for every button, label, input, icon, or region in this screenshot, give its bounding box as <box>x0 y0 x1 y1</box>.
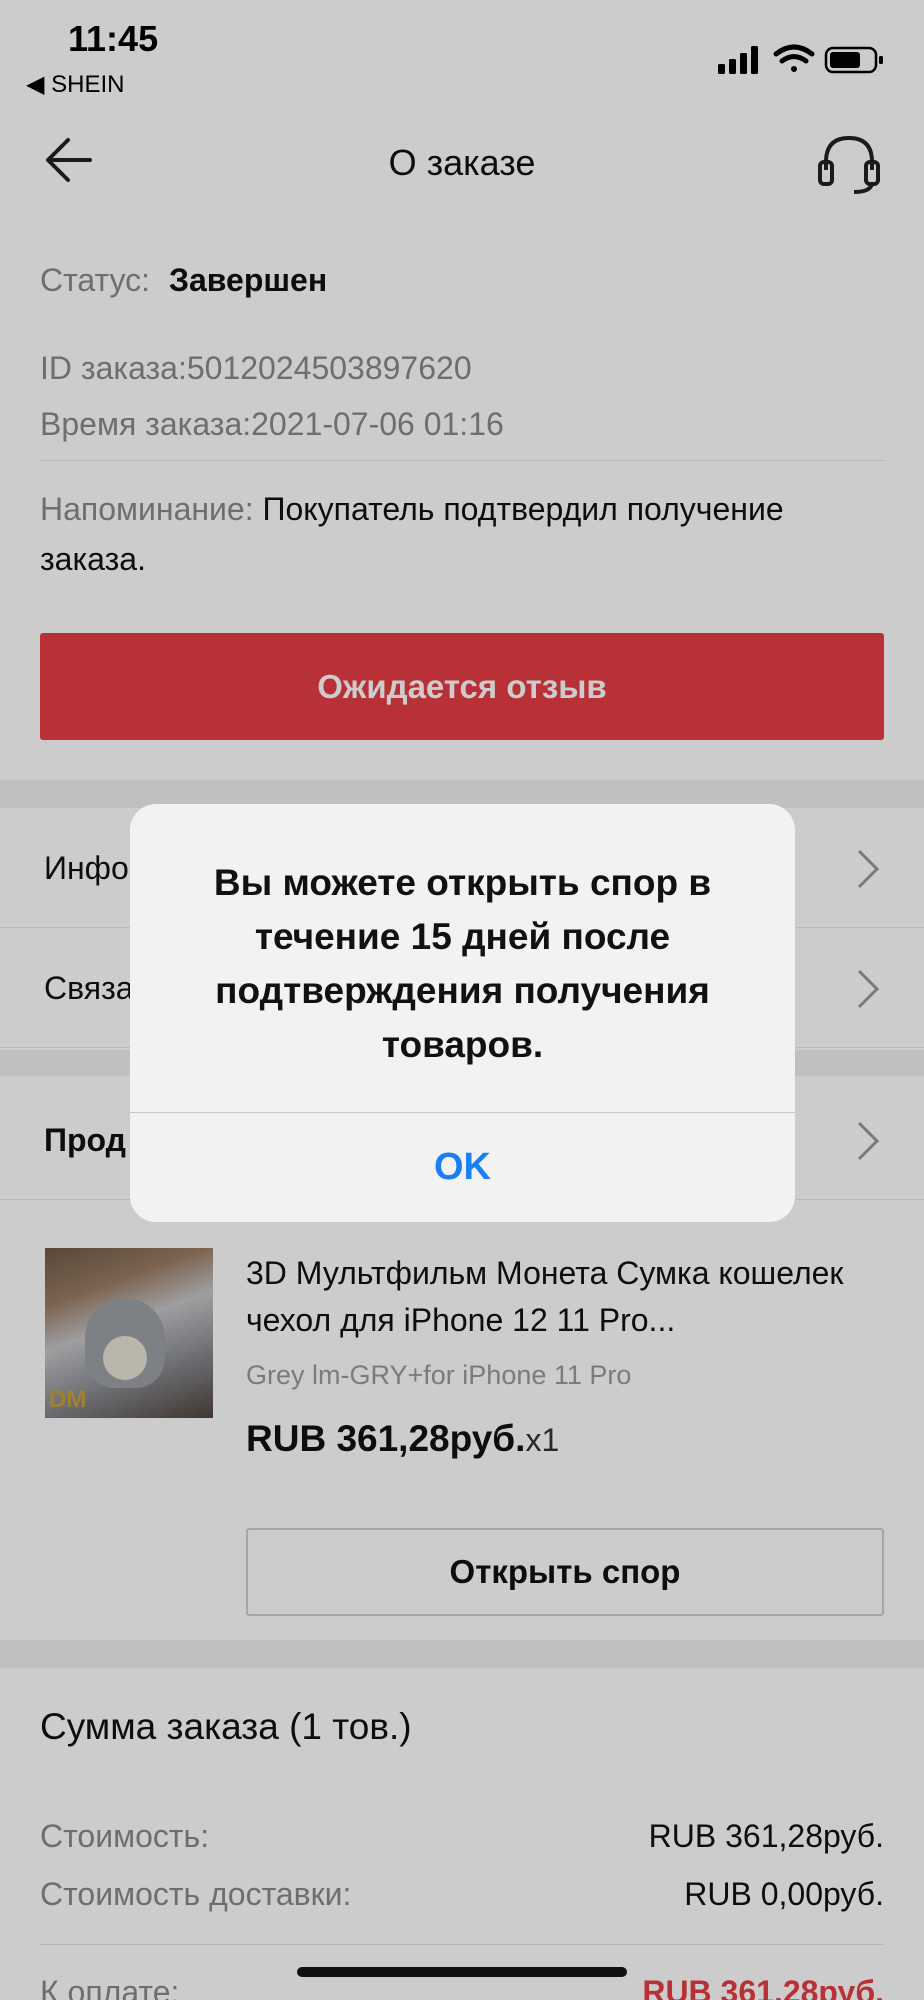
dispute-info-dialog: Вы можете открыть спор в течение 15 дней… <box>130 804 795 1222</box>
dialog-message: Вы можете открыть спор в течение 15 дней… <box>213 862 712 1065</box>
dialog-ok-button[interactable]: OK <box>130 1113 795 1222</box>
home-indicator[interactable] <box>297 1967 627 1977</box>
